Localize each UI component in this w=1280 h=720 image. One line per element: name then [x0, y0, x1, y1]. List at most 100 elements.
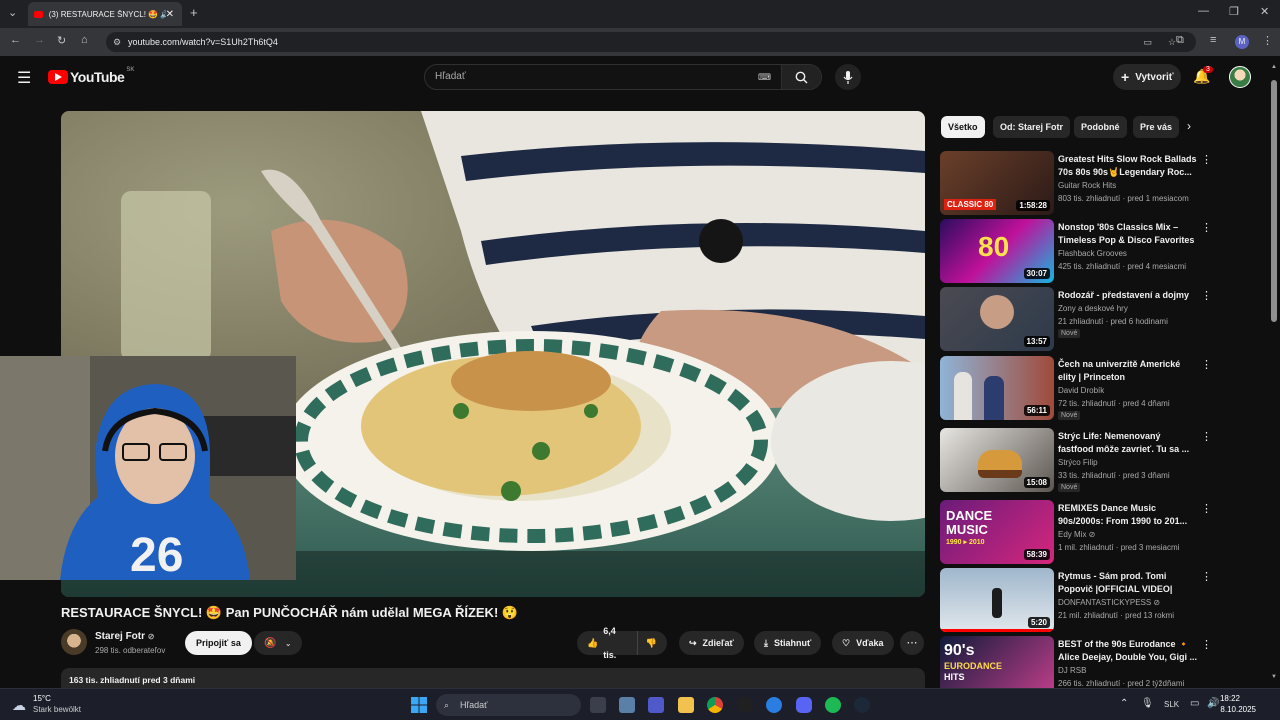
channel-avatar[interactable] [61, 629, 87, 655]
extensions-icon[interactable]: ⧉ [1176, 34, 1184, 47]
share-button[interactable]: ↪ Zdieľať [679, 631, 744, 655]
app-icon-blue[interactable] [766, 697, 782, 713]
media-control-icon[interactable]: ≡ [1210, 34, 1216, 46]
discord-app-icon[interactable] [796, 697, 812, 713]
chip-for-you[interactable]: Pre vás [1133, 116, 1180, 138]
recommendation-title[interactable]: Greatest Hits Slow Rock Ballads 70s 80s … [1058, 153, 1198, 179]
video-thumbnail[interactable]: DANCE MUSIC 1990 ▸ 2010 58:39 [940, 500, 1054, 564]
new-tab-icon[interactable]: + [190, 5, 198, 20]
profile-avatar-icon[interactable]: M [1235, 35, 1249, 49]
recommendation-title[interactable]: Rytmus - Sám prod. Tomi Popovič |OFFICIA… [1058, 570, 1198, 596]
windows-start-icon[interactable] [411, 697, 427, 713]
more-actions-icon[interactable]: ⋯ [900, 631, 924, 655]
download-button[interactable]: ⤓ Stiahnuť [754, 631, 822, 655]
keyboard-icon[interactable]: ⌨ [758, 65, 771, 89]
chip-all[interactable]: Všetko [941, 116, 985, 138]
recommendation-channel[interactable]: Guitar Rock Hits [1058, 181, 1116, 190]
dislike-button[interactable]: 👎 [636, 631, 657, 655]
recommendation-channel[interactable]: Flashback Grooves [1058, 249, 1127, 258]
app-icon-black[interactable] [737, 697, 753, 713]
tray-chevron-up-icon[interactable]: ⌃ [1120, 698, 1128, 709]
like-button[interactable]: 👍 6,4 tis. [587, 619, 623, 667]
thanks-button[interactable]: ♡ Vďaka [832, 631, 894, 655]
video-thumbnail[interactable]: 15:08 [940, 428, 1054, 492]
steam-app-icon[interactable] [854, 697, 870, 713]
recommendation-item[interactable]: 80 30:07 Nonstop '80s Classics Mix – Tim… [940, 219, 1212, 283]
kebab-menu-icon[interactable]: ⋮ [1201, 638, 1212, 651]
close-window-icon[interactable]: ✕ [1260, 5, 1269, 18]
kebab-menu-icon[interactable]: ⋮ [1201, 289, 1212, 302]
maximize-icon[interactable]: ❐ [1229, 5, 1239, 18]
recommendation-item[interactable]: 5:20 Rytmus - Sám prod. Tomi Popovič |OF… [940, 568, 1212, 632]
video-thumbnail[interactable]: CLASSIC 80 1:58:28 [940, 151, 1054, 215]
taskbar-search-input[interactable]: ⌕ Hľadať [436, 694, 581, 716]
scrollbar-thumb[interactable] [1271, 80, 1277, 322]
kebab-menu-icon[interactable]: ⋮ [1201, 430, 1212, 443]
close-tab-icon[interactable]: ✕ [166, 9, 174, 20]
kebab-menu-icon[interactable]: ⋮ [1201, 502, 1212, 515]
back-icon[interactable]: ← [10, 34, 21, 46]
recommendation-channel[interactable]: Strýco Filip [1058, 458, 1098, 467]
chrome-menu-icon[interactable]: ⋮ [1262, 34, 1273, 47]
chrome-app-icon[interactable] [707, 697, 723, 713]
recommendation-title[interactable]: Strýc Life: Nemenovaný fastfood môže zav… [1058, 430, 1198, 456]
hamburger-menu-icon[interactable]: ☰ [17, 68, 31, 88]
weather-cloud-icon[interactable]: ☁ [12, 697, 26, 714]
forward-icon[interactable]: → [34, 34, 45, 46]
clock-time[interactable]: 18:22 [1218, 694, 1240, 703]
input-language[interactable]: SLK [1164, 700, 1179, 709]
video-thumbnail[interactable]: 80 30:07 [940, 219, 1054, 283]
recommendation-title[interactable]: REMIXES Dance Music 90s/2000s: From 1990… [1058, 502, 1198, 528]
recommendation-item[interactable]: 90's EURODANCE HITS BEST of the 90s Euro… [940, 636, 1212, 688]
scroll-up-icon[interactable]: ▲ [1271, 64, 1277, 70]
recommendation-item[interactable]: CLASSIC 80 1:58:28 Greatest Hits Slow Ro… [940, 151, 1212, 215]
minimize-icon[interactable]: — [1198, 5, 1209, 17]
create-button[interactable]: + Vytvoriť [1113, 64, 1181, 90]
recommendation-channel[interactable]: DONFANTASTICKYPESS ⊘ [1058, 598, 1160, 607]
spotify-app-icon[interactable] [825, 697, 841, 713]
scroll-down-icon[interactable]: ▼ [1271, 674, 1277, 680]
recommendation-item[interactable]: 56:11 Čech na univerzitě Americké elity … [940, 356, 1212, 420]
kebab-menu-icon[interactable]: ⋮ [1201, 153, 1212, 166]
description-box[interactable]: 163 tis. zhliadnutí pred 3 dňami [61, 668, 925, 688]
recommendation-item[interactable]: 15:08 Strýc Life: Nemenovaný fastfood mô… [940, 428, 1212, 492]
video-thumbnail[interactable]: 5:20 [940, 568, 1054, 632]
recommendation-channel[interactable]: Zony a deskové hry [1058, 304, 1128, 313]
recommendation-channel[interactable]: DJ RSB [1058, 666, 1086, 675]
recommendation-channel[interactable]: Edy Mix ⊘ [1058, 530, 1095, 539]
tab-search-icon[interactable]: ⌄ [8, 6, 17, 19]
recommendation-title[interactable]: Nonstop '80s Classics Mix – Timeless Pop… [1058, 221, 1198, 247]
search-button[interactable] [781, 65, 821, 89]
file-explorer-icon[interactable] [678, 697, 694, 713]
chip-from-channel[interactable]: Od: Starej Fotr [993, 116, 1071, 138]
network-icon[interactable]: ▭ [1190, 698, 1199, 709]
recommendation-item[interactable]: 13:57 Rodozář - představení a dojmy Zony… [940, 287, 1212, 351]
page-scrollbar[interactable]: ▲ ▼ [1268, 56, 1280, 688]
task-view-icon[interactable] [590, 697, 606, 713]
video-thumbnail[interactable]: 56:11 [940, 356, 1054, 420]
chip-related[interactable]: Podobné [1074, 116, 1127, 138]
channel-name[interactable]: Starej Fotr ⊘ [95, 631, 155, 642]
video-thumbnail[interactable]: 13:57 [940, 287, 1054, 351]
notification-settings-button[interactable]: 🔕 ⌄ [254, 631, 302, 655]
kebab-menu-icon[interactable]: ⋮ [1201, 221, 1212, 234]
bookmark-star-icon[interactable]: ☆ [1168, 32, 1176, 52]
home-icon[interactable]: ⌂ [81, 34, 88, 46]
recommendation-channel[interactable]: David Drobík [1058, 386, 1104, 395]
chips-next-chevron-icon[interactable]: › [1187, 119, 1191, 133]
kebab-menu-icon[interactable]: ⋮ [1201, 570, 1212, 583]
clock-date[interactable]: 8.10.2025 [1214, 705, 1256, 714]
recommendation-title[interactable]: BEST of the 90s Eurodance 🔸 Alice Deejay… [1058, 638, 1198, 664]
youtube-logo[interactable]: YouTube SK [48, 67, 134, 85]
recommendation-item[interactable]: DANCE MUSIC 1990 ▸ 2010 58:39 REMIXES Da… [940, 500, 1212, 564]
browser-tab[interactable]: (3) RESTAURACE ŠNYCL! 🤩 🔊 ✕ [28, 2, 182, 26]
widgets-app-icon[interactable] [619, 697, 635, 713]
video-thumbnail[interactable]: 90's EURODANCE HITS [940, 636, 1054, 688]
kebab-menu-icon[interactable]: ⋮ [1201, 358, 1212, 371]
recommendation-title[interactable]: Rodozář - představení a dojmy [1058, 289, 1198, 302]
reload-icon[interactable]: ↻ [57, 34, 66, 47]
voice-search-button[interactable] [835, 64, 861, 90]
account-avatar[interactable] [1229, 66, 1251, 88]
search-input[interactable]: Hľadať ⌨ [424, 64, 822, 90]
subscribe-button[interactable]: Pripojiť sa [185, 631, 252, 655]
